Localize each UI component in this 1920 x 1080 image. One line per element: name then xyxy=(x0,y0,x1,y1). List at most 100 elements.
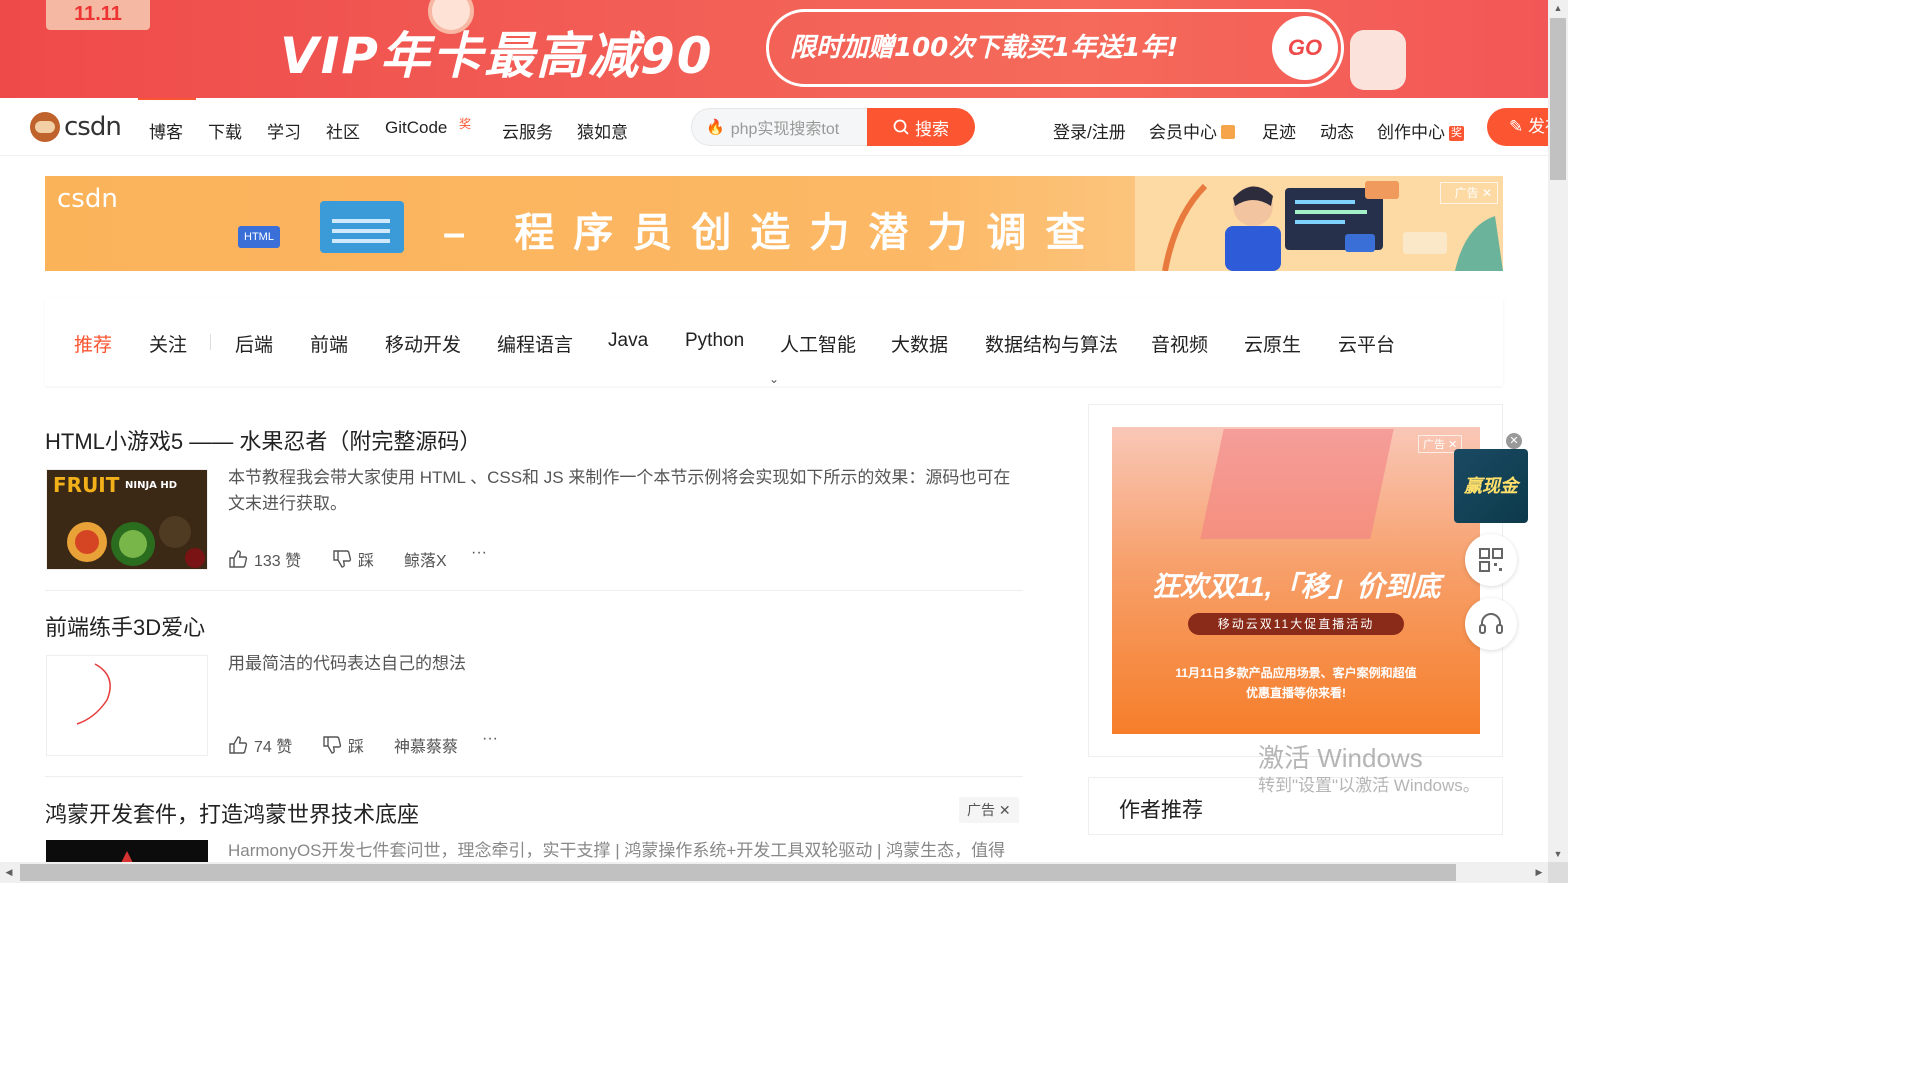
nav-download[interactable]: 下载 xyxy=(208,118,242,143)
search-placeholder: php实现搜索tot xyxy=(730,121,840,138)
tab-frontend[interactable]: 前端 xyxy=(310,330,348,357)
monkey-logo-icon xyxy=(30,112,60,142)
scroll-up-arrow-icon[interactable]: ▲ xyxy=(1548,0,1568,16)
dislike-label: 踩 xyxy=(358,553,375,570)
article-thumbnail[interactable]: FRUIT NINJA HD xyxy=(46,469,208,570)
dislike-button[interactable]: 踩 xyxy=(332,547,374,571)
right-ad-desc-line: 优惠直播等你来看! xyxy=(1246,686,1346,700)
dislike-button[interactable]: 踩 xyxy=(322,733,364,757)
article-thumbnail[interactable] xyxy=(46,655,208,756)
qr-code-button[interactable] xyxy=(1465,534,1517,586)
article-title[interactable]: 鸿蒙开发套件，打造鸿蒙世界技术底座 xyxy=(45,797,419,829)
tab-ai[interactable]: 人工智能 xyxy=(780,330,856,357)
article-description: 本节教程我会带大家使用 HTML 、CSS和 JS 来制作一个本节示例将会实现如… xyxy=(228,468,1011,513)
like-button[interactable]: 133 赞 xyxy=(228,547,301,571)
nav-active-indicator xyxy=(138,98,196,100)
search-button-label: 搜索 xyxy=(915,119,949,139)
headset-icon xyxy=(1479,613,1503,634)
tab-cloud-native[interactable]: 云原生 xyxy=(1244,330,1301,357)
horizontal-scroll-thumb[interactable] xyxy=(20,864,1456,881)
floating-cash-ad[interactable]: 赢现金 xyxy=(1454,449,1528,523)
nav-yuanruyi[interactable]: 猿如意 xyxy=(577,118,628,143)
logo-text: csdn xyxy=(64,112,122,142)
banner-brand: csdn xyxy=(57,184,118,214)
like-count: 74 赞 xyxy=(254,739,293,756)
close-icon[interactable]: ✕ xyxy=(1506,433,1522,449)
search-input[interactable]: 🔥 php实现搜索tot xyxy=(691,108,871,146)
ad-close-button[interactable]: 广告 ✕ xyxy=(1440,182,1498,204)
reward-badge: 奖 xyxy=(1449,126,1464,141)
right-ad-tag-label: 广告 xyxy=(1423,439,1445,451)
windows-activation-hint: 转到"设置"以激活 Windows。 xyxy=(1258,776,1480,795)
ad-label: 广告 xyxy=(1454,186,1479,200)
promo-headline: VIP年卡最高减90 xyxy=(280,27,714,85)
like-count: 133 赞 xyxy=(254,553,302,570)
nav-cloud-service[interactable]: 云服务 xyxy=(502,118,553,143)
scroll-right-arrow-icon[interactable]: ▶ xyxy=(1530,862,1548,883)
tab-av[interactable]: 音视频 xyxy=(1151,330,1208,357)
like-button[interactable]: 74 赞 xyxy=(228,733,292,757)
tab-languages[interactable]: 编程语言 xyxy=(497,330,573,357)
tab-follow[interactable]: 关注 xyxy=(149,330,187,357)
harmony-thumbnail-image xyxy=(121,851,133,863)
scroll-down-arrow-icon[interactable]: ▼ xyxy=(1548,846,1568,862)
tab-cloud-platform[interactable]: 云平台 xyxy=(1338,330,1395,357)
gift-icon xyxy=(1221,125,1235,139)
article-divider xyxy=(45,590,1023,591)
fruit-ninja-thumbnail-image: FRUIT NINJA HD xyxy=(47,470,207,569)
creator-center-link[interactable]: 创作中心奖 xyxy=(1377,118,1464,143)
search-icon xyxy=(893,119,909,135)
login-register-link[interactable]: 登录/注册 xyxy=(1053,118,1126,143)
thumb-down-icon xyxy=(333,550,352,568)
tab-backend[interactable]: 后端 xyxy=(235,330,273,357)
right-ad-desc-line: 11月11日多款产品应用场景、客户案例和超值 xyxy=(1175,666,1417,680)
search-button[interactable]: 搜索 xyxy=(867,108,975,146)
article-divider xyxy=(45,776,1023,777)
nav-learn[interactable]: 学习 xyxy=(267,118,301,143)
stage-illustration xyxy=(1200,429,1394,539)
code-card-icon xyxy=(320,201,404,253)
category-divider xyxy=(210,334,211,350)
tab-algorithms[interactable]: 数据结构与算法 xyxy=(985,330,1118,357)
dynamics-link[interactable]: 动态 xyxy=(1320,118,1354,143)
article-description: 用最简洁的代码表达自己的想法 xyxy=(228,654,466,673)
scroll-left-arrow-icon[interactable]: ◀ xyxy=(0,862,18,883)
promo-1111-badge: 11.11 xyxy=(46,0,150,30)
article-author[interactable]: 鲸落X xyxy=(404,547,447,571)
svg-text:FRUIT: FRUIT xyxy=(53,473,120,497)
promo-go-button[interactable]: GO xyxy=(1272,16,1338,80)
hot-fire-icon: 🔥 xyxy=(706,119,725,136)
vip-promo-banner[interactable]: 11.11 VIP年卡最高减90 限时加赠100次下载买1年送1年! GO xyxy=(0,0,1548,98)
customer-service-button[interactable] xyxy=(1465,598,1517,650)
ad-close-tag[interactable]: 广告 ✕ xyxy=(959,797,1019,823)
survey-ad-banner[interactable]: csdn HTML – 程序员创造力潜力调查 – xyxy=(45,176,1503,271)
tab-mobile[interactable]: 移动开发 xyxy=(385,330,461,357)
right-ad-subtitle: 移动云双11大促直播活动 xyxy=(1188,613,1404,635)
vertical-scroll-thumb[interactable] xyxy=(1550,18,1566,180)
more-options-icon[interactable]: ··· xyxy=(471,544,487,562)
article-description: HarmonyOS开发七件套问世，理念牵引，实干支撑 | 鸿蒙操作系统+开发工具… xyxy=(228,841,1006,860)
chevron-down-icon[interactable]: ⌄ xyxy=(766,373,782,385)
footprint-link[interactable]: 足迹 xyxy=(1262,118,1296,143)
more-options-icon[interactable]: ··· xyxy=(482,730,498,748)
svg-text:NINJA HD: NINJA HD xyxy=(125,480,177,491)
tab-java[interactable]: Java xyxy=(608,330,648,352)
nav-gitcode[interactable]: GitCode xyxy=(385,118,447,138)
windows-activation-watermark: 激活 Windows xyxy=(1258,743,1423,773)
nav-community[interactable]: 社区 xyxy=(326,118,360,143)
html-tag-icon: HTML xyxy=(238,226,280,248)
hand-icon xyxy=(1350,30,1406,90)
vip-center-label: 会员中心 xyxy=(1149,123,1217,142)
nav-blog[interactable]: 博客 xyxy=(149,118,183,143)
vip-center-link[interactable]: 会员中心 xyxy=(1149,118,1235,143)
article-title[interactable]: 前端练手3D爱心 xyxy=(45,610,205,642)
tab-recommend[interactable]: 推荐 xyxy=(74,330,112,357)
gitcode-reward-badge: 奖 xyxy=(459,117,472,131)
article-author[interactable]: 神慕蔡蔡 xyxy=(394,733,458,757)
right-ad-image[interactable]: 广告 ✕ 狂欢双11,「移」价到底 移动云双11大促直播活动 11月11日多款产… xyxy=(1112,427,1480,734)
dislike-label: 踩 xyxy=(348,739,365,756)
csdn-logo[interactable]: csdn xyxy=(30,112,122,142)
article-title[interactable]: HTML小游戏5 —— 水果忍者（附完整源码） xyxy=(45,424,481,456)
tab-bigdata[interactable]: 大数据 xyxy=(891,330,948,357)
tab-python[interactable]: Python xyxy=(685,330,744,352)
